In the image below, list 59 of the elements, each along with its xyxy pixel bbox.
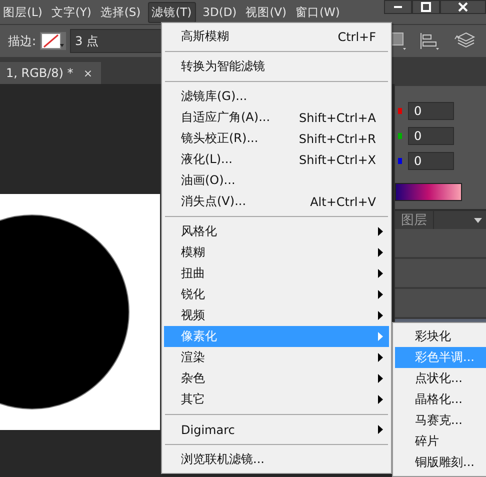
menu-item[interactable]: 选择(S) — [98, 2, 143, 22]
submenu-item[interactable]: 渲染 — [164, 347, 389, 368]
close-icon — [458, 2, 468, 12]
minimize-icon — [394, 6, 402, 8]
no-color-icon — [41, 33, 66, 49]
menu-item[interactable]: 文字(Y) — [49, 2, 94, 22]
menu-item[interactable]: 视图(V) — [244, 2, 289, 22]
menu-item[interactable]: 滤镜库(G)... — [164, 86, 389, 107]
panel-menu-icon[interactable] — [474, 218, 482, 222]
submenu-arrow-icon — [378, 311, 383, 320]
document-tab[interactable]: 1, RGB/8) * × — [0, 62, 101, 84]
submenu-arrow-icon — [378, 425, 383, 434]
menu-item[interactable]: 镜头校正(R)... Shift+Ctrl+R — [164, 128, 389, 149]
stroke-swatch[interactable] — [40, 32, 66, 50]
submenu-item[interactable]: 锐化 — [164, 284, 389, 305]
submenu-arrow-icon — [378, 374, 383, 383]
close-button[interactable] — [440, 0, 486, 14]
align-icon[interactable] — [420, 32, 440, 50]
channel-value-field[interactable]: 0 — [408, 102, 454, 120]
submenu-item[interactable]: 模糊 — [164, 242, 389, 263]
menu-item[interactable]: 液化(L)... Shift+Ctrl+X — [164, 149, 389, 170]
submenu-arrow-icon — [378, 332, 383, 341]
channel-value-field[interactable]: 0 — [408, 152, 454, 170]
menu-item[interactable]: 浏览联机滤镜... — [164, 449, 389, 470]
submenu-item[interactable]: 杂色 — [164, 368, 389, 389]
submenu-arrow-icon — [378, 227, 383, 236]
submenu-item[interactable]: 扭曲 — [164, 263, 389, 284]
layers-stack-icon[interactable] — [454, 32, 476, 50]
menu-item[interactable]: 窗口(W) — [294, 2, 342, 22]
minimize-button[interactable] — [384, 0, 412, 14]
submenu-item[interactable]: 其它 — [164, 389, 389, 410]
color-ramp[interactable] — [395, 183, 462, 201]
stroke-label: 描边: — [8, 32, 36, 50]
menu-item[interactable]: 消失点(V)... Alt+Ctrl+V — [164, 191, 389, 212]
submenu-arrow-icon — [378, 395, 383, 404]
menu-item[interactable]: 马赛克... — [395, 410, 486, 431]
maximize-icon — [421, 2, 431, 12]
menu-item[interactable]: 转换为智能滤镜 — [164, 56, 389, 77]
menu-item[interactable]: 碎片 — [395, 431, 486, 452]
submenu-arrow-icon — [378, 353, 383, 362]
menu-item[interactable]: 铜版雕刻... — [395, 452, 486, 473]
menu-item[interactable]: 油画(O)... — [164, 170, 389, 191]
maximize-button[interactable] — [412, 0, 440, 14]
submenu-item[interactable]: 视频 — [164, 305, 389, 326]
menu-item[interactable]: 3D(D) — [200, 2, 239, 22]
submenu-arrow-icon — [378, 248, 383, 257]
menu-item[interactable]: 彩块化 — [395, 326, 486, 347]
channel-value-field[interactable]: 0 — [408, 126, 454, 144]
menu-item[interactable]: 图层(L) — [1, 2, 44, 22]
menu-item[interactable]: 点状化... — [395, 368, 486, 389]
submenu-arrow-icon — [378, 290, 383, 299]
document-title: 1, RGB/8) * — [6, 66, 74, 80]
close-tab-button[interactable]: × — [83, 66, 93, 80]
submenu-item[interactable]: 风格化 — [164, 221, 389, 242]
menu-item[interactable]: 滤镜(T) — [148, 2, 196, 22]
submenu-arrow-icon — [378, 269, 383, 278]
submenu-item[interactable]: Digimarc — [164, 419, 389, 440]
menu-item[interactable]: 自适应广角(A)... Shift+Ctrl+A — [164, 107, 389, 128]
menu-item[interactable]: 晶格化... — [395, 389, 486, 410]
